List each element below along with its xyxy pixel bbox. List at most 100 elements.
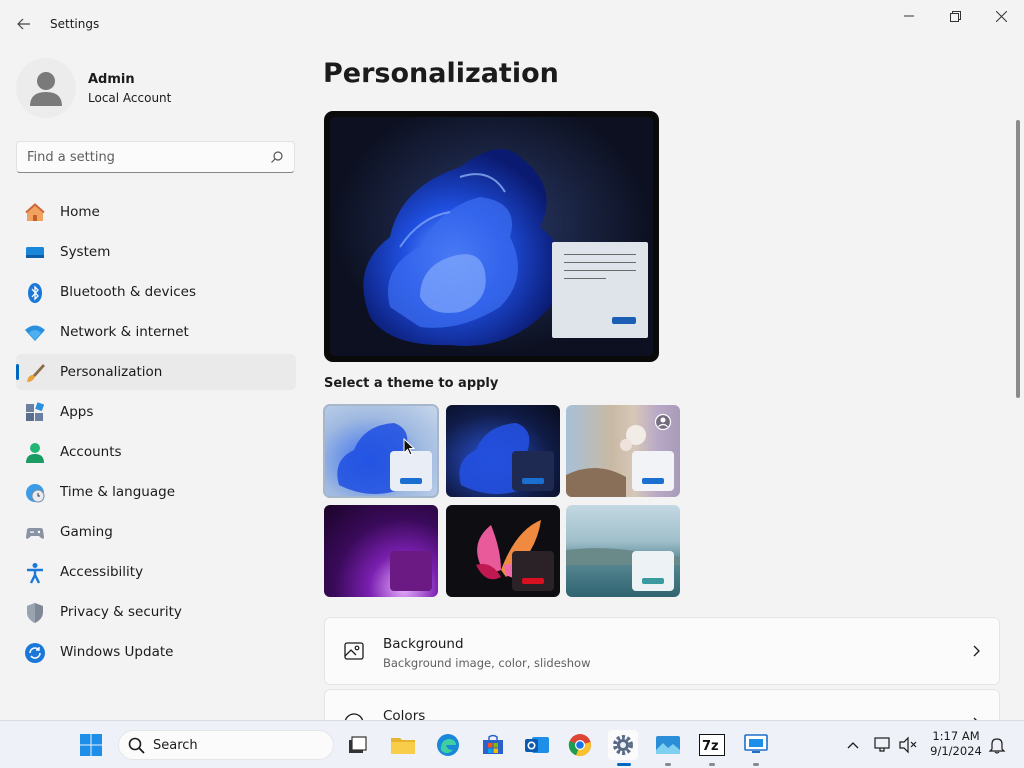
theme-mini-button xyxy=(642,578,664,584)
taskbar-clock[interactable]: 1:17 AM 9/1/2024 xyxy=(926,729,986,759)
store-button[interactable] xyxy=(478,730,508,760)
photos-button[interactable] xyxy=(653,730,683,766)
sidebar-item-label: Windows Update xyxy=(60,644,174,660)
bluetooth-icon xyxy=(24,282,46,304)
sidebar-item-windows-update[interactable]: Windows Update xyxy=(16,634,296,670)
sidebar-item-home[interactable]: Home xyxy=(16,194,296,230)
file-explorer-button[interactable] xyxy=(388,730,418,760)
taskbar-search-label: Search xyxy=(153,738,198,753)
update-icon xyxy=(24,642,46,664)
theme-windows-light[interactable] xyxy=(323,404,439,498)
bell-icon xyxy=(988,738,1006,754)
7zip-button[interactable]: 7z xyxy=(697,730,727,766)
mouse-cursor-icon xyxy=(403,438,415,456)
theme-glow[interactable] xyxy=(324,505,438,597)
chevron-up-icon xyxy=(847,742,859,749)
sidebar-item-label: Accessibility xyxy=(60,564,144,580)
network-icon xyxy=(874,737,890,752)
system-icon xyxy=(24,242,46,264)
card-subtitle: Background image, color, slideshow xyxy=(383,656,591,670)
sidebar-item-privacy[interactable]: Privacy & security xyxy=(16,594,296,630)
windows-logo-icon xyxy=(80,734,102,756)
sidebar-item-bluetooth[interactable]: Bluetooth & devices xyxy=(16,274,296,310)
spotlight-badge-icon xyxy=(654,413,672,431)
wifi-icon xyxy=(24,322,46,344)
shield-icon xyxy=(24,602,46,624)
theme-mini-button xyxy=(642,478,664,484)
7zip-icon: 7z xyxy=(699,734,725,756)
photos-icon xyxy=(656,736,680,754)
theme-captured-motion[interactable] xyxy=(446,505,560,597)
theme-flow[interactable] xyxy=(566,505,680,597)
volume-tray-button[interactable] xyxy=(893,730,923,760)
sidebar-item-accessibility[interactable]: Accessibility xyxy=(16,554,296,590)
chevron-right-icon xyxy=(973,645,980,657)
theme-mini-window xyxy=(390,451,432,491)
theme-mini-button xyxy=(400,578,422,584)
sidebar-item-personalization[interactable]: Personalization xyxy=(16,354,296,390)
minimize-button[interactable] xyxy=(886,0,932,32)
sidebar-item-label: Bluetooth & devices xyxy=(60,284,197,300)
theme-mini-button xyxy=(522,478,544,484)
search-icon xyxy=(128,737,145,754)
outlook-button[interactable] xyxy=(522,730,552,760)
edge-button[interactable] xyxy=(433,730,463,760)
theme-windows-dark[interactable] xyxy=(446,405,560,497)
theme-section-label: Select a theme to apply xyxy=(324,376,499,391)
sidebar-item-label: Time & language xyxy=(60,484,176,500)
taskbar-search[interactable]: Search xyxy=(118,730,334,760)
sidebar-item-time-language[interactable]: Time & language xyxy=(16,474,296,510)
search-input[interactable] xyxy=(17,142,257,172)
show-hidden-icons-button[interactable] xyxy=(838,730,868,760)
sidebar-item-label: Personalization xyxy=(60,364,163,380)
globe-clock-icon xyxy=(24,482,46,504)
apps-icon xyxy=(24,402,46,424)
theme-mini-window xyxy=(512,451,554,491)
remote-desktop-icon xyxy=(744,734,768,753)
sidebar-item-label: Gaming xyxy=(60,524,113,540)
search-icon[interactable] xyxy=(270,150,284,164)
gamepad-icon xyxy=(24,522,46,544)
brush-icon xyxy=(24,362,46,384)
person-icon xyxy=(30,72,62,106)
sidebar-item-network[interactable]: Network & internet xyxy=(16,314,296,350)
sidebar-item-label: Home xyxy=(60,204,100,220)
remote-desktop-button[interactable] xyxy=(741,730,771,766)
restore-button[interactable] xyxy=(932,0,978,32)
theme-mini-window xyxy=(632,551,674,591)
back-arrow-icon xyxy=(17,18,30,30)
notifications-button[interactable] xyxy=(982,730,1012,760)
clock-date: 9/1/2024 xyxy=(930,744,982,758)
window-title: Settings xyxy=(50,17,100,31)
theme-mini-window xyxy=(390,551,432,591)
sidebar-item-label: Accounts xyxy=(60,444,122,460)
sidebar-item-accounts[interactable]: Accounts xyxy=(16,434,296,470)
home-icon xyxy=(24,202,46,224)
task-view-button[interactable] xyxy=(342,730,372,760)
settings-search xyxy=(16,141,295,173)
sidebar-item-system[interactable]: System xyxy=(16,234,296,270)
vertical-scrollbar[interactable] xyxy=(1016,120,1020,398)
store-icon xyxy=(483,734,503,754)
task-view-icon xyxy=(349,736,367,753)
theme-mini-button xyxy=(522,578,544,584)
chrome-button[interactable] xyxy=(565,730,595,760)
page-title: Personalization xyxy=(323,58,559,89)
gear-icon xyxy=(613,735,633,755)
theme-mini-button xyxy=(400,478,422,484)
background-setting-card[interactable]: Background Background image, color, slid… xyxy=(324,617,1000,685)
settings-taskbar-button[interactable] xyxy=(608,730,638,766)
sidebar-item-apps[interactable]: Apps xyxy=(16,394,296,430)
sidebar-item-gaming[interactable]: Gaming xyxy=(16,514,296,550)
sidebar-nav: Home System Bluetooth & devices Network … xyxy=(16,194,296,674)
theme-spotlight[interactable] xyxy=(566,405,680,497)
avatar[interactable] xyxy=(16,58,76,118)
back-button[interactable] xyxy=(10,10,38,38)
close-icon xyxy=(995,10,1007,22)
clock-time: 1:17 AM xyxy=(932,729,980,743)
start-button[interactable] xyxy=(76,730,106,760)
image-icon xyxy=(344,642,364,660)
edge-icon xyxy=(437,734,459,756)
close-button[interactable] xyxy=(978,0,1024,32)
sidebar-item-label: System xyxy=(60,244,111,260)
